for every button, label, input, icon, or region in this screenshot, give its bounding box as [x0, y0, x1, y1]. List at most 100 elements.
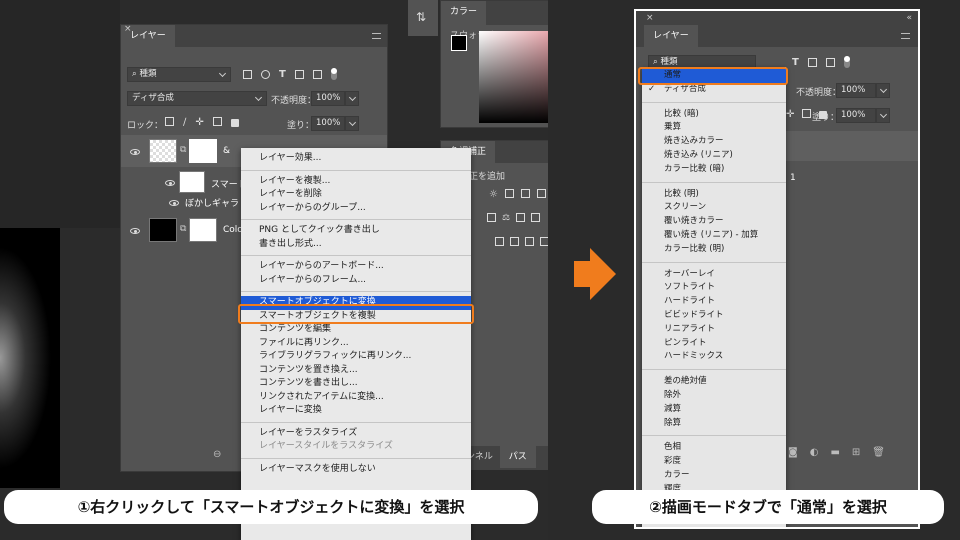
exposure-icon[interactable] [537, 189, 546, 198]
smartobject-filter-icon[interactable] [825, 57, 835, 67]
context-menu-item[interactable]: レイヤー効果... [241, 152, 471, 166]
blend-option[interactable]: 覆い焼き (リニア) - 加算 [642, 229, 786, 243]
context-menu-item[interactable]: レイヤーからのフレーム... [241, 274, 471, 288]
blend-option[interactable]: 彩度 [642, 455, 786, 469]
context-menu-item[interactable]: コンテンツを書き出し... [241, 377, 471, 391]
gradient-map-icon[interactable] [540, 237, 548, 246]
blend-option[interactable]: 焼き込みカラー [642, 135, 786, 149]
shape-filter-icon[interactable] [807, 57, 817, 67]
shape-filter-icon[interactable] [294, 69, 304, 79]
tab-color[interactable]: カラー [441, 1, 487, 25]
blend-option[interactable]: ハードミックス [642, 350, 786, 364]
blend-option[interactable]: オーバーレイ [642, 268, 786, 282]
close-icon[interactable]: × [124, 24, 132, 34]
context-menu-item[interactable]: リンクされたアイテムに変換... [241, 391, 471, 405]
lock-move-icon[interactable]: ✛ [195, 117, 203, 128]
fill-dropdown[interactable] [876, 108, 890, 123]
layer-row[interactable] [786, 131, 918, 161]
blend-mode-select[interactable]: ディザ合成 [127, 91, 267, 106]
posterize-icon[interactable] [510, 237, 519, 246]
context-menu-item[interactable]: 書き出し形式... [241, 238, 471, 252]
blend-option[interactable]: 除外 [642, 389, 786, 403]
foreground-color-swatch[interactable] [451, 35, 467, 51]
visibility-eye-icon[interactable] [165, 180, 175, 186]
context-menu-item[interactable]: レイヤーマスクを使用しない [241, 463, 471, 477]
fill-input[interactable]: 100% [311, 116, 345, 131]
add-mask-icon[interactable]: ◙ [788, 447, 798, 458]
smartobject-filter-icon[interactable] [312, 69, 322, 79]
blend-option[interactable]: カラー比較 (明) [642, 243, 786, 257]
opacity-input[interactable]: 100% [836, 83, 876, 98]
blend-option[interactable]: 差の絶対値 [642, 375, 786, 389]
invert-icon[interactable] [495, 237, 504, 246]
threshold-icon[interactable] [525, 237, 534, 246]
lock-all-icon[interactable] [230, 119, 239, 127]
context-menu-item[interactable]: コンテンツを置き換え... [241, 364, 471, 378]
blend-option[interactable]: 減算 [642, 403, 786, 417]
trash-icon[interactable]: 🗑 [872, 447, 885, 458]
color-picker-field[interactable] [479, 31, 548, 123]
context-menu-item[interactable]: ライブラリグラフィックに再リンク... [241, 350, 471, 364]
blend-option[interactable]: ピンライト [642, 337, 786, 351]
type-filter-icon[interactable]: T [279, 69, 286, 80]
context-menu-item[interactable]: レイヤーを複製... [241, 175, 471, 189]
visibility-eye-icon[interactable] [130, 228, 140, 234]
context-menu-item[interactable]: PNG としてクイック書き出し [241, 224, 471, 238]
lock-brush-icon[interactable]: ∕ [183, 117, 186, 128]
new-group-icon[interactable]: ▬ [830, 447, 839, 458]
new-adjustment-icon[interactable]: ◐ [810, 447, 819, 458]
panel-menu-icon[interactable] [372, 33, 381, 39]
lock-move-icon[interactable]: ✛ [786, 109, 794, 120]
blend-option[interactable]: ビビッドライト [642, 309, 786, 323]
lock-artboard-icon[interactable] [212, 117, 222, 126]
blend-option[interactable]: ソフトライト [642, 281, 786, 295]
opacity-dropdown[interactable] [345, 91, 359, 106]
context-menu-item[interactable]: レイヤーを削除 [241, 188, 471, 202]
curves-icon[interactable] [521, 189, 530, 198]
blend-option[interactable]: カラー比較 (暗) [642, 163, 786, 177]
bw-icon[interactable] [516, 213, 526, 222]
blend-option[interactable]: 色相 [642, 441, 786, 455]
fill-dropdown[interactable] [345, 116, 359, 131]
photo-filter-icon[interactable] [531, 213, 541, 222]
balance-icon[interactable]: ⚖ [502, 213, 510, 223]
blend-option[interactable]: 比較 (明) [642, 188, 786, 202]
context-menu-item[interactable]: ファイルに再リンク... [241, 337, 471, 351]
context-menu-item[interactable]: レイヤーをラスタライズ [241, 427, 471, 441]
blend-option[interactable]: スクリーン [642, 201, 786, 215]
context-menu-item[interactable]: レイヤーに変換 [241, 404, 471, 418]
new-layer-icon[interactable]: ⊞ [852, 447, 860, 458]
hue-icon[interactable] [487, 213, 496, 222]
link-layers-icon[interactable]: ⊖ [213, 449, 221, 460]
opacity-dropdown[interactable] [876, 83, 890, 98]
context-menu-item[interactable]: レイヤースタイルをラスタライズ [241, 440, 471, 454]
context-menu-item[interactable]: レイヤーからのアートボード... [241, 260, 471, 274]
context-menu-item[interactable]: レイヤーからのグループ... [241, 202, 471, 216]
filter-toggle-icon[interactable] [330, 68, 337, 80]
context-menu-item[interactable]: コンテンツを編集 [241, 323, 471, 337]
pixel-filter-icon[interactable] [243, 69, 252, 79]
visibility-eye-icon[interactable] [130, 149, 140, 155]
blend-option[interactable]: 焼き込み (リニア) [642, 149, 786, 163]
tab-paths[interactable]: パス [499, 446, 536, 468]
lock-artboard-icon[interactable] [802, 109, 812, 118]
filter-toggle-icon[interactable] [843, 56, 850, 68]
adjustment-filter-icon[interactable] [261, 69, 270, 79]
fill-input[interactable]: 100% [836, 108, 876, 123]
kind-filter-select[interactable]: ⌕ 種類 [127, 67, 231, 82]
swap-icon[interactable]: ⇅ [416, 10, 426, 24]
type-filter-icon[interactable]: T [792, 57, 799, 68]
blend-option[interactable]: 乗算 [642, 121, 786, 135]
brightness-icon[interactable]: ☼ [489, 189, 503, 200]
blend-option[interactable]: リニアライト [642, 323, 786, 337]
blend-option[interactable]: 覆い焼きカラー [642, 215, 786, 229]
blend-option[interactable]: カラー [642, 469, 786, 483]
blend-option[interactable]: ハードライト [642, 295, 786, 309]
blend-option[interactable]: 比較 (暗) [642, 108, 786, 122]
close-icon[interactable]: × [646, 13, 654, 23]
tab-layers[interactable]: レイヤー [644, 25, 698, 47]
levels-icon[interactable] [505, 189, 514, 198]
blend-option[interactable]: 除算 [642, 417, 786, 431]
visibility-eye-icon[interactable] [169, 200, 179, 206]
panel-menu-icon[interactable] [901, 33, 910, 39]
